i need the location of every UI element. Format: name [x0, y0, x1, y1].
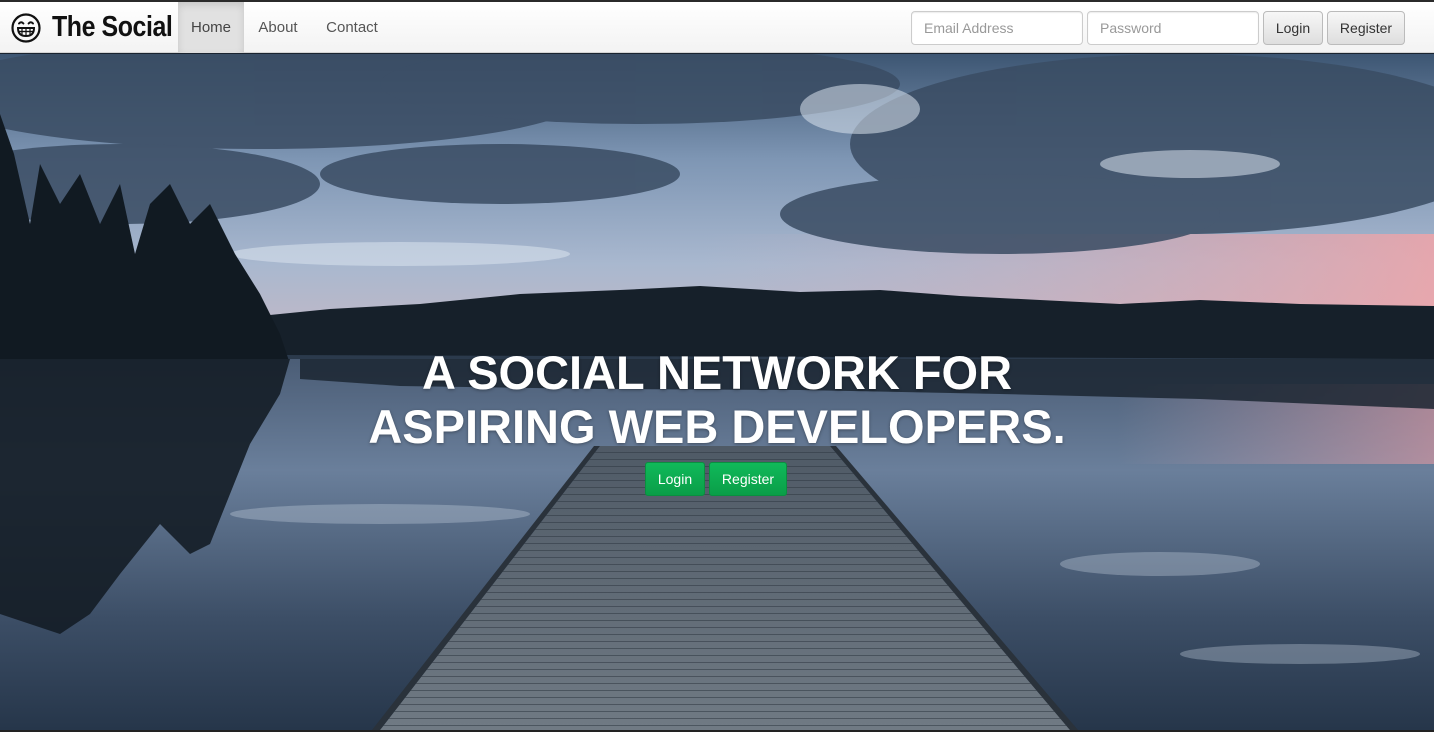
- hero-section: A SOCIAL NETWORK FOR ASPIRING WEB DEVELO…: [0, 54, 1434, 730]
- hero-login-button[interactable]: Login: [645, 462, 705, 496]
- password-field[interactable]: [1087, 11, 1259, 45]
- navbar: The Social Home About Contact Login Regi…: [0, 2, 1434, 53]
- nav-home[interactable]: Home: [178, 2, 244, 53]
- nav-about[interactable]: About: [244, 2, 312, 53]
- brand[interactable]: The Social: [10, 2, 192, 53]
- navbar-register-button[interactable]: Register: [1327, 11, 1405, 45]
- grinning-face-icon: [11, 12, 41, 43]
- hero-register-button[interactable]: Register: [709, 462, 787, 496]
- hero-headline: A SOCIAL NETWORK FOR ASPIRING WEB DEVELO…: [0, 346, 1434, 454]
- hero-headline-line-2: ASPIRING WEB DEVELOPERS.: [368, 400, 1066, 453]
- hero-headline-line-1: A SOCIAL NETWORK FOR: [421, 346, 1013, 399]
- navbar-login-button[interactable]: Login: [1263, 11, 1323, 45]
- email-field[interactable]: [911, 11, 1083, 45]
- brand-name: The Social: [52, 11, 173, 43]
- nav-contact[interactable]: Contact: [312, 2, 392, 53]
